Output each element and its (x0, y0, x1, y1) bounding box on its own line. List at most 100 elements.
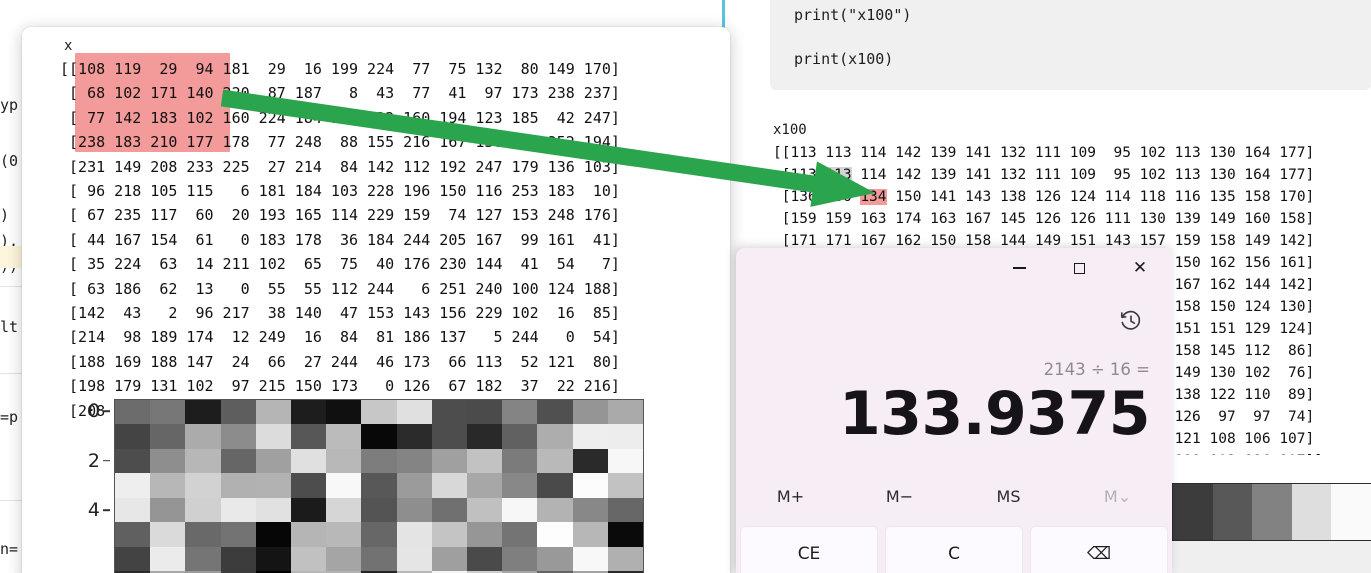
heatmap-cell (537, 522, 573, 547)
heatmap-cell (467, 473, 503, 498)
heatmap-cell (537, 424, 573, 449)
heatmap-cell (572, 522, 608, 547)
code-cell[interactable]: print("x100") print(x100) (770, 0, 1371, 90)
heatmap-cell (185, 546, 221, 572)
screenshot-root: yp(0)),))lt=pn= print("x100") print(x100… (0, 0, 1371, 573)
heatmap-cell (255, 522, 291, 547)
heatmap-cell (220, 497, 256, 523)
calculator-window[interactable]: ✕ 2143 ÷ 16 = 133.9375 M+ M− MS M⌄ CE C … (736, 248, 1172, 573)
heatmap-cell (572, 448, 608, 474)
variable-label: x (64, 38, 73, 54)
heatmap-cell (396, 546, 432, 572)
y-tick-label: 4 (87, 499, 100, 522)
heatmap-cell (502, 400, 538, 425)
cell-divider (0, 373, 22, 374)
heatmap-cell (467, 424, 503, 449)
heatmap-cell (185, 424, 221, 449)
mini-plot-footer (1160, 541, 1371, 573)
heatmap-cell (291, 400, 327, 425)
backspace-button[interactable]: ⌫ (1030, 526, 1168, 573)
clear-entry-button[interactable]: CE (740, 526, 878, 573)
heatmap-plot: 0 2 4 (60, 397, 700, 573)
heatmap-cell (185, 497, 221, 523)
heatmap-cell (220, 473, 256, 498)
memory-add-button[interactable]: M+ (736, 476, 845, 516)
memory-dropdown-button[interactable]: M⌄ (1063, 476, 1172, 516)
heatmap-cell (255, 546, 291, 572)
code-fragment: =p (0, 408, 19, 426)
heatmap-cell (396, 448, 432, 474)
highlighted-code-line (0, 246, 22, 268)
heatmap-cell (431, 522, 467, 547)
y-tick-mark (103, 410, 110, 413)
memory-subtract-button[interactable]: M− (845, 476, 954, 516)
highlighted-cell-gray: 113 (825, 167, 852, 183)
heatmap-cell (502, 497, 538, 523)
heatmap-cell (220, 448, 256, 474)
heatmap-cell (361, 473, 397, 498)
heatmap-cell (361, 424, 397, 449)
calculator-titlebar[interactable]: ✕ (736, 248, 1172, 288)
memory-store-button[interactable]: MS (954, 476, 1063, 516)
heatmap-cell (291, 497, 327, 523)
heatmap-cell (150, 473, 186, 498)
heatmap-cell (607, 448, 643, 474)
heatmap-cell (291, 448, 327, 474)
heatmap-cell (291, 424, 327, 449)
heatmap-cell (185, 522, 221, 547)
heatmap-cell (291, 473, 327, 498)
heatmap-cell (607, 473, 643, 498)
heatmap-cell (150, 400, 186, 425)
output-variable-label: x100 (773, 122, 807, 138)
heatmap-cell (255, 400, 291, 425)
cell-divider (0, 500, 22, 501)
clear-button[interactable]: C (885, 526, 1023, 573)
heatmap-cell (150, 448, 186, 474)
heatmap-cell (326, 522, 362, 547)
heatmap-cell (502, 448, 538, 474)
heatmap-cell (607, 424, 643, 449)
heatmap-cell (361, 400, 397, 425)
calculator-keys-row: CE C ⌫ (736, 526, 1172, 573)
heatmap-cell (115, 400, 151, 425)
heatmap-cell (361, 546, 397, 572)
code-fragment: ) (0, 206, 10, 224)
heatmap-cell (326, 546, 362, 572)
heatmap-cell (185, 473, 221, 498)
heatmap-cell (326, 473, 362, 498)
heatmap-cell (220, 424, 256, 449)
heatmap-cell (537, 400, 573, 425)
heatmap-cell (502, 424, 538, 449)
heatmap-cell (291, 522, 327, 547)
heatmap-cell (572, 546, 608, 572)
heatmap-cell (185, 448, 221, 474)
mini-heatmap-cell (1173, 484, 1213, 540)
code-fragment: lt (0, 318, 19, 336)
history-icon[interactable] (1116, 306, 1146, 336)
y-tick-label: 0 (87, 400, 100, 423)
highlighted-cell-pink: 134 (860, 189, 887, 205)
x-matrix-output: [[108 119 29 94 181 29 16 199 224 77 75 … (60, 60, 629, 420)
heatmap-cell (396, 424, 432, 449)
cell-divider (0, 286, 22, 287)
heatmap-cell (537, 473, 573, 498)
heatmap-cell (572, 400, 608, 425)
y-tick-mark (103, 509, 110, 511)
calculator-expression: 2143 ÷ 16 = (1043, 360, 1150, 379)
heatmap-cell (150, 497, 186, 523)
heatmap-cell (572, 497, 608, 523)
minimize-icon[interactable] (996, 248, 1042, 288)
heatmap-cell (150, 546, 186, 572)
heatmap-cell (607, 497, 643, 523)
heatmap-cell (431, 546, 467, 572)
heatmap-cell (502, 546, 538, 572)
code-fragment: n= (0, 540, 19, 558)
heatmap-cell (467, 400, 503, 425)
maximize-icon[interactable] (1056, 248, 1102, 288)
heatmap-cell (115, 473, 151, 498)
heatmap-cell (291, 546, 327, 572)
heatmap-cell (396, 400, 432, 425)
heatmap-cell (361, 522, 397, 547)
code-fragment: (0 (0, 152, 19, 170)
close-icon[interactable]: ✕ (1117, 248, 1163, 288)
